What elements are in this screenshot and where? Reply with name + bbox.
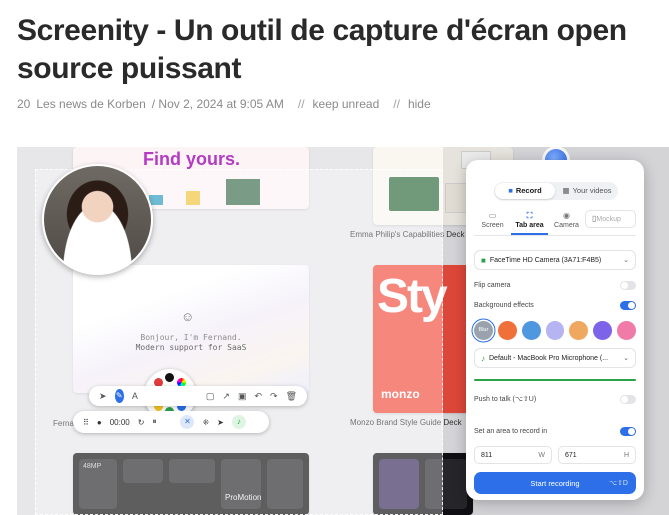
article-title[interactable]: Screenity - Un outil de capture d'écran … (17, 12, 657, 88)
effect-blur[interactable]: Blur (474, 321, 493, 340)
video-icon: ■ (508, 186, 513, 195)
microphone-select[interactable]: ♪ Default - MacBook Pro Microphone (... … (474, 348, 636, 368)
capture-mode-tabs: ▭ Screen ⛶ Tab area ◉ Camera ▯ Mockup (474, 210, 636, 236)
recording-controls: ⠿ ● 00:00 ↻ ⏸ ✕ ⁜ ➤ ♪ (73, 411, 269, 433)
push-to-talk-row: Push to talk (⌥⇧U) (474, 392, 636, 406)
camera-bubble[interactable] (42, 164, 153, 275)
tab-tab-area[interactable]: ⛶ Tab area (511, 210, 548, 235)
arrow-icon[interactable]: ↗ (222, 391, 230, 402)
effect-swatch[interactable] (521, 321, 541, 340)
pen-icon[interactable]: ✎ (114, 389, 124, 403)
redo-icon[interactable]: ↷ (270, 391, 278, 402)
cursor-mode-icon[interactable]: ➤ (217, 418, 224, 427)
drag-handle-icon[interactable]: ⠿ (83, 418, 89, 427)
chevron-down-icon: ⌄ (623, 355, 629, 362)
width-input[interactable]: 811 W (474, 446, 552, 464)
start-recording-button[interactable]: Start recording ⌥⇧D (474, 472, 636, 494)
tab-camera[interactable]: ◉ Camera (548, 210, 585, 235)
user-icon: ◉ (563, 211, 570, 220)
effect-swatch[interactable] (593, 321, 613, 340)
monitor-icon: ▭ (488, 211, 497, 220)
undo-icon[interactable]: ↶ (254, 391, 262, 402)
article-meta: 20 Les news de Korben / Nov 2, 2024 at 9… (17, 97, 437, 111)
shortcut-hint: ⌥⇧D (609, 480, 628, 487)
microphone-icon: ♪ (481, 353, 485, 363)
mode-switch: ■ Record ▦ Your videos (494, 182, 618, 200)
camera-select[interactable]: ■ FaceTime HD Camera (3A71:F4B5) ⌄ (474, 250, 636, 270)
grid-icon: ▦ (562, 186, 570, 195)
camera-icon: ■ (481, 255, 486, 265)
pause-icon[interactable]: ⏸ (152, 417, 156, 427)
feed-source[interactable]: Les news de Korben (36, 97, 145, 111)
find-yours-text: Find yours. (143, 149, 241, 169)
text-icon[interactable]: A (132, 391, 138, 401)
effect-swatch[interactable] (617, 321, 637, 340)
trash-icon[interactable]: 🗑 (286, 391, 297, 402)
record-tab[interactable]: ■ Record (495, 183, 555, 199)
push-to-talk-toggle[interactable] (620, 394, 636, 404)
recording-time: 00:00 (109, 417, 130, 427)
background-effects-toggle[interactable] (620, 300, 636, 310)
restart-icon[interactable]: ↻ (138, 418, 145, 427)
your-videos-tab[interactable]: ▦ Your videos (557, 183, 617, 199)
keep-unread-link[interactable]: keep unread (313, 97, 380, 111)
tab-screen[interactable]: ▭ Screen (474, 210, 511, 235)
cursor-icon[interactable]: ➤ (99, 391, 107, 402)
publish-date: / Nov 2, 2024 at 9:05 AM (151, 97, 284, 111)
height-input[interactable]: 671 H (558, 446, 636, 464)
record-dot-icon[interactable]: ● (97, 418, 102, 427)
image-icon[interactable]: ▣ (238, 391, 247, 402)
blur-icon[interactable]: ⁜ (202, 418, 209, 427)
article-screenshot: Find yours. Emma Philip's Capabilities D… (17, 147, 669, 515)
separator: // (297, 97, 305, 111)
item-count: 20 (17, 97, 31, 111)
color-swatch[interactable] (165, 373, 174, 382)
effect-swatch[interactable] (497, 321, 517, 340)
effect-swatch[interactable] (545, 321, 565, 340)
effect-swatch[interactable] (569, 321, 589, 340)
background-effects-row: Background effects (474, 298, 636, 312)
microphone-icon[interactable]: ♪ (231, 415, 246, 429)
flip-camera-row: Flip camera (474, 278, 636, 292)
screenity-panel: ■ Record ▦ Your videos ▭ Screen ⛶ Tab area ◉… (466, 160, 644, 500)
area-dimensions: 811 W 671 H (474, 446, 636, 464)
crop-icon: ⛶ (526, 211, 533, 220)
drawing-toolbar: ➤ ✎ A ▢ ↗ ▣ ↶ ↷ 🗑 (89, 386, 307, 406)
audio-level-bar (474, 379, 636, 381)
separator: // (393, 97, 400, 111)
shape-icon[interactable]: ▢ (206, 391, 215, 402)
chevron-down-icon: ⌄ (623, 257, 629, 264)
close-icon[interactable]: ✕ (180, 415, 195, 429)
effect-swatches: Blur (474, 321, 637, 341)
tab-mockup[interactable]: ▯ Mockup (585, 210, 636, 228)
set-area-row: Set an area to record in (474, 424, 636, 438)
set-area-toggle[interactable] (620, 426, 636, 436)
flip-camera-toggle[interactable] (620, 280, 636, 290)
hide-link[interactable]: hide (408, 97, 431, 111)
